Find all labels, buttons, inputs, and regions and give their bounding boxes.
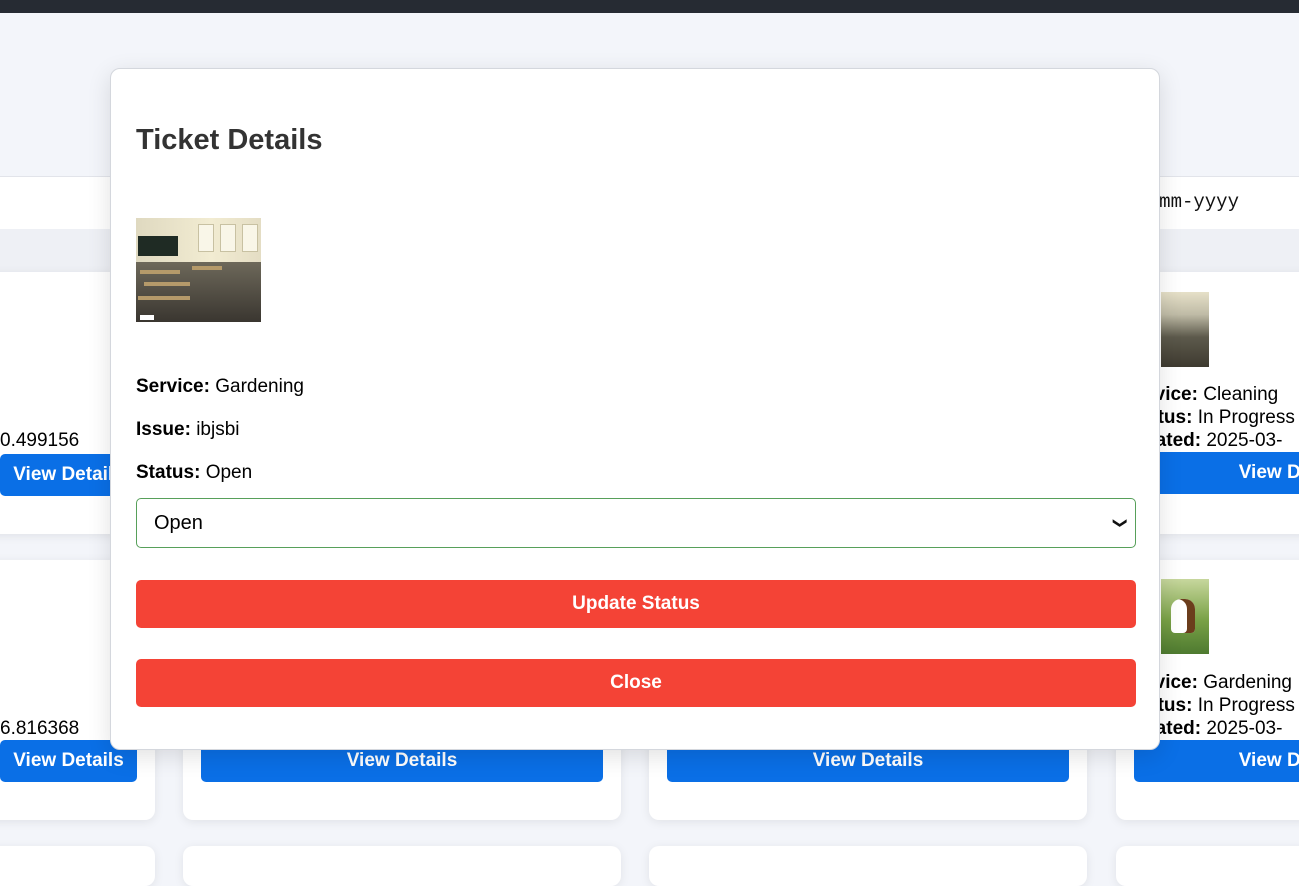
modal-title: Ticket Details	[136, 124, 323, 156]
photo-window	[220, 224, 236, 252]
browser-top-bar	[0, 0, 1299, 13]
issue-value: ibjsbi	[196, 419, 240, 440]
photo-watermark	[140, 315, 154, 320]
ticket-card	[1116, 846, 1299, 886]
photo-blackboard	[138, 236, 178, 256]
ticket-details-modal: Ticket Details Service: Gardening Issue:…	[110, 68, 1160, 750]
close-button[interactable]: Close	[136, 659, 1136, 707]
modal-service: Service: Gardening	[136, 376, 304, 398]
update-status-button[interactable]: Update Status	[136, 580, 1136, 628]
photo-desk	[138, 296, 190, 300]
ticket-card-location: 6.816368	[0, 718, 80, 739]
view-details-button[interactable]: View Details	[1134, 740, 1299, 782]
ticket-photo	[136, 218, 261, 322]
ticket-card	[649, 846, 1087, 886]
photo-window	[242, 224, 258, 252]
status-select[interactable]: Open ❯	[136, 498, 1136, 548]
modal-issue: Issue: ibjsbi	[136, 419, 240, 441]
ticket-card	[183, 846, 621, 886]
ticket-card-image	[1161, 579, 1209, 654]
photo-window	[198, 224, 214, 252]
ticket-card	[0, 846, 155, 886]
status-select-value: Open	[154, 512, 203, 534]
status-value: Open	[205, 462, 253, 483]
ticket-card-image	[1161, 292, 1209, 367]
photo-desk	[144, 282, 190, 286]
photo-desk	[140, 270, 180, 274]
service-label: Service:	[136, 376, 210, 397]
photo-desk	[192, 266, 222, 270]
chevron-down-icon: ❯	[1113, 517, 1130, 529]
issue-label: Issue:	[136, 419, 191, 440]
service-value: Gardening	[215, 376, 304, 397]
ticket-card-location: 0.499156	[0, 430, 80, 451]
status-label: Status:	[136, 462, 201, 483]
modal-status: Status: Open	[136, 462, 252, 484]
